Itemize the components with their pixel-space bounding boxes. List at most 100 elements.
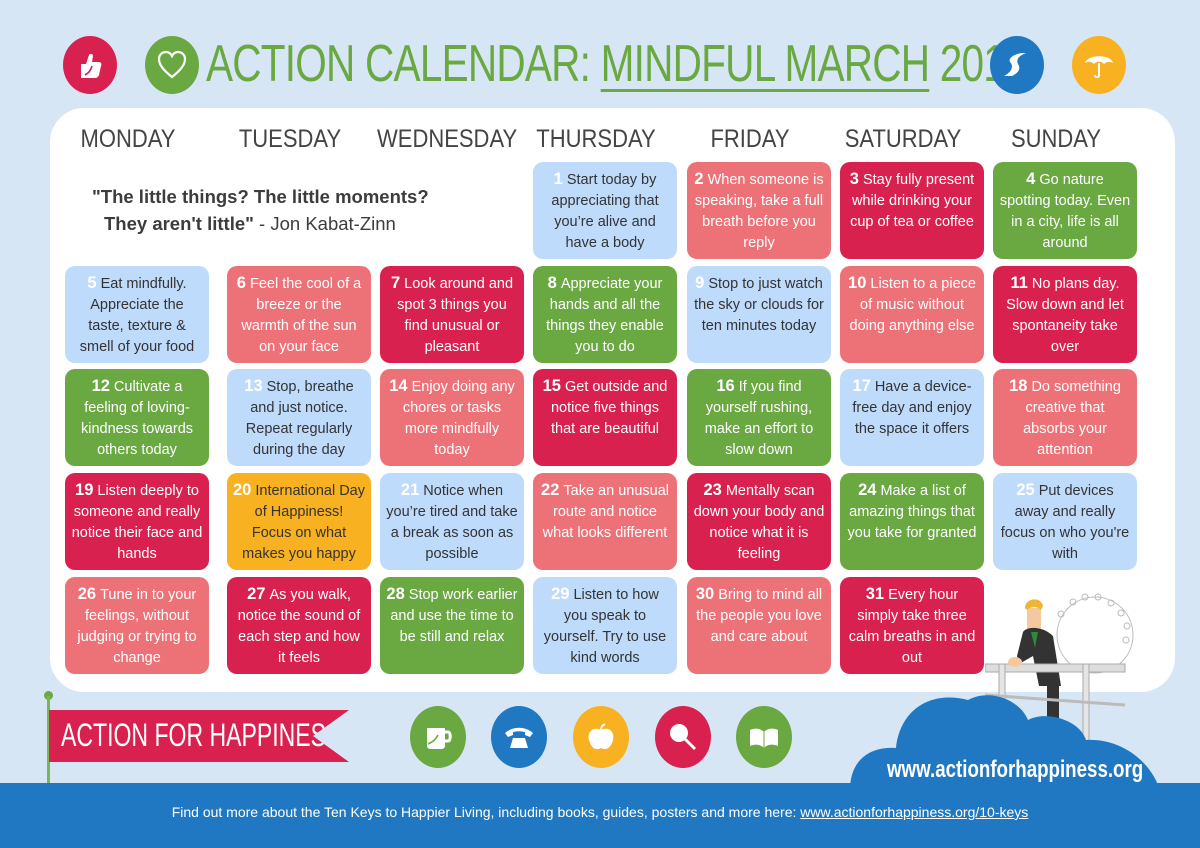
day-cell[interactable]: 31 Every hour simply take three calm brea… [840,577,984,674]
day-cell[interactable]: 13 Stop, breathe and just notice. Repeat … [227,369,371,466]
day-number: 12 [91,377,110,395]
day-action-text: Go nature spotting today. Even in a city… [999,172,1131,251]
day-cell[interactable]: 6 Feel the cool of a breeze or the warmth… [227,266,371,363]
day-action-text: Get outside and notice five things that … [550,379,668,437]
day-cell[interactable]: 18 Do something creative that absorbs you… [993,369,1137,466]
quote: "The little things? The little moments? … [92,183,522,237]
footer: Find out more about the Ten Keys to Happ… [0,783,1200,848]
day-cell[interactable]: 23 Mentally scan down your body and notic… [687,473,831,570]
day-cell[interactable]: 8 Appreciate your hands and all the thing… [533,266,677,363]
day-cell[interactable]: 22 Take an unusual route and notice what … [533,473,677,570]
day-action-text: Do something creative that absorbs your … [1023,379,1121,458]
day-action-text: Stop work earlier and use the time to be… [390,587,518,645]
mug-icon [410,706,466,768]
day-number: 28 [386,585,405,603]
day-action-text: Listen to a piece of music without doing… [849,276,976,334]
day-number: 26 [77,585,97,603]
day-number: 16 [716,377,735,395]
day-cell[interactable]: 10 Listen to a piece of music without doi… [840,266,984,363]
book-icon [736,706,792,768]
day-cell[interactable]: 20 International Day of Happiness! Focus … [227,473,371,570]
day-cell[interactable]: 11 No plans day. Slow down and let sponta… [993,266,1137,363]
day-action-text: Appreciate your hands and all the things… [546,276,664,355]
weekday-friday: FRIDAY [710,125,790,153]
day-cell[interactable]: 29 Listen to how you speak to yourself. T… [533,577,677,674]
header: ACTION CALENDAR: MINDFUL MARCH 2018 [0,30,1200,100]
brand-flag: ACTION FOR HAPPINESS [49,710,349,762]
day-number: 4 [1026,170,1036,188]
page-title: ACTION CALENDAR: MINDFUL MARCH 2018 [206,34,1028,94]
day-number: 20 [233,481,252,499]
title-underlined: MINDFUL MARCH [600,35,930,93]
day-cell[interactable]: 17 Have a device-free day and enjoy the s… [840,369,984,466]
day-cell[interactable]: 3 Stay fully present while drinking your … [840,162,984,259]
heart-icon [145,36,199,94]
day-number: 3 [849,170,859,188]
weekday-tuesday: TUESDAY [238,125,342,153]
weekday-monday: MONDAY [80,125,176,153]
day-action-text: Enjoy doing any chores or tasks more min… [402,379,515,458]
weekday-saturday: SATURDAY [844,125,962,153]
day-number: 8 [547,274,557,292]
day-number: 14 [389,377,408,395]
weekday-thursday: THURSDAY [536,125,656,153]
day-number: 6 [236,274,246,292]
day-number: 1 [553,170,563,188]
day-cell[interactable]: 19 Listen deeply to someone and really no… [65,473,209,570]
day-cell[interactable]: 14 Enjoy doing any chores or tasks more m… [380,369,524,466]
weekday-sunday: SUNDAY [1010,125,1102,153]
apple-icon [573,706,629,768]
day-number: 22 [541,481,560,499]
day-action-text: Stay fully present while drinking your c… [850,172,975,230]
day-cell[interactable]: 16 If you find yourself rushing, make an … [687,369,831,466]
day-cell[interactable]: 21 Notice when you’re tired and take a br… [380,473,524,570]
day-number: 31 [865,585,885,603]
day-cell[interactable]: 2 When someone is speaking, take a full b… [687,162,831,259]
day-cell[interactable]: 26 Tune in to your feelings, without judg… [65,577,209,674]
day-cell[interactable]: 28 Stop work earlier and use the time to … [380,577,524,674]
day-number: 10 [848,274,867,292]
day-cell[interactable]: 1 Start today by appreciating that you’re… [533,162,677,259]
day-number: 5 [87,274,97,292]
day-number: 19 [75,481,94,499]
umbrella-icon [1072,36,1126,94]
day-action-text: Take an unusual route and notice what lo… [542,483,669,541]
day-number: 29 [551,585,570,603]
day-action-text: Look around and spot 3 things you find u… [397,276,514,355]
title-prefix: ACTION CALENDAR: [206,35,601,93]
day-number: 2 [694,170,704,188]
day-number: 30 [695,585,715,603]
day-action-text: Bring to mind all the people you love an… [696,587,823,645]
day-number: 23 [703,481,722,499]
day-cell[interactable]: 5 Eat mindfully. Appreciate the taste, te… [65,266,209,363]
day-action-text: Feel the cool of a breeze or the warmth … [241,276,362,355]
quote-line-2: They aren't little" [104,213,254,234]
day-number: 13 [244,377,263,395]
day-number: 21 [400,481,420,499]
website-url[interactable]: www.actionforhappiness.org [887,756,1143,784]
day-action-text: Stop to just watch the sky or clouds for… [694,276,824,334]
day-cell[interactable]: 27 As you walk, notice the sound of each … [227,577,371,674]
day-number: 25 [1016,481,1035,499]
weekday-wednesday: WEDNESDAY [377,125,518,153]
day-cell[interactable]: 12 Cultivate a feeling of loving-kindness… [65,369,209,466]
day-cell[interactable]: 7 Look around and spot 3 things you find … [380,266,524,363]
day-cell[interactable]: 15 Get outside and notice five things tha… [533,369,677,466]
quote-author: - Jon Kabat-Zinn [253,213,396,234]
day-cell[interactable]: 9 Stop to just watch the sky or clouds fo… [687,266,831,363]
day-cell[interactable]: 4 Go nature spotting today. Even in a cit… [993,162,1137,259]
quote-line-1: "The little things? The little moments? [92,186,429,207]
brand-flag-label: ACTION FOR HAPPINESS [61,717,342,753]
day-cell[interactable]: 25 Put devices away and really focus on w… [993,473,1137,570]
winding-road-icon [990,36,1044,94]
day-number: 15 [542,377,561,395]
footer-link[interactable]: www.actionforhappiness.org/10-keys [800,804,1028,820]
day-cell[interactable]: 24 Make a list of amazing things that you… [840,473,984,570]
day-action-text: When someone is speaking, take a full br… [694,172,824,251]
day-number: 11 [1010,274,1028,292]
day-cell[interactable]: 30 Bring to mind all the people you love … [687,577,831,674]
day-number: 17 [852,377,871,395]
telephone-icon [491,706,547,768]
day-number: 18 [1009,377,1028,395]
footer-text: Find out more about the Ten Keys to Happ… [0,804,1200,820]
